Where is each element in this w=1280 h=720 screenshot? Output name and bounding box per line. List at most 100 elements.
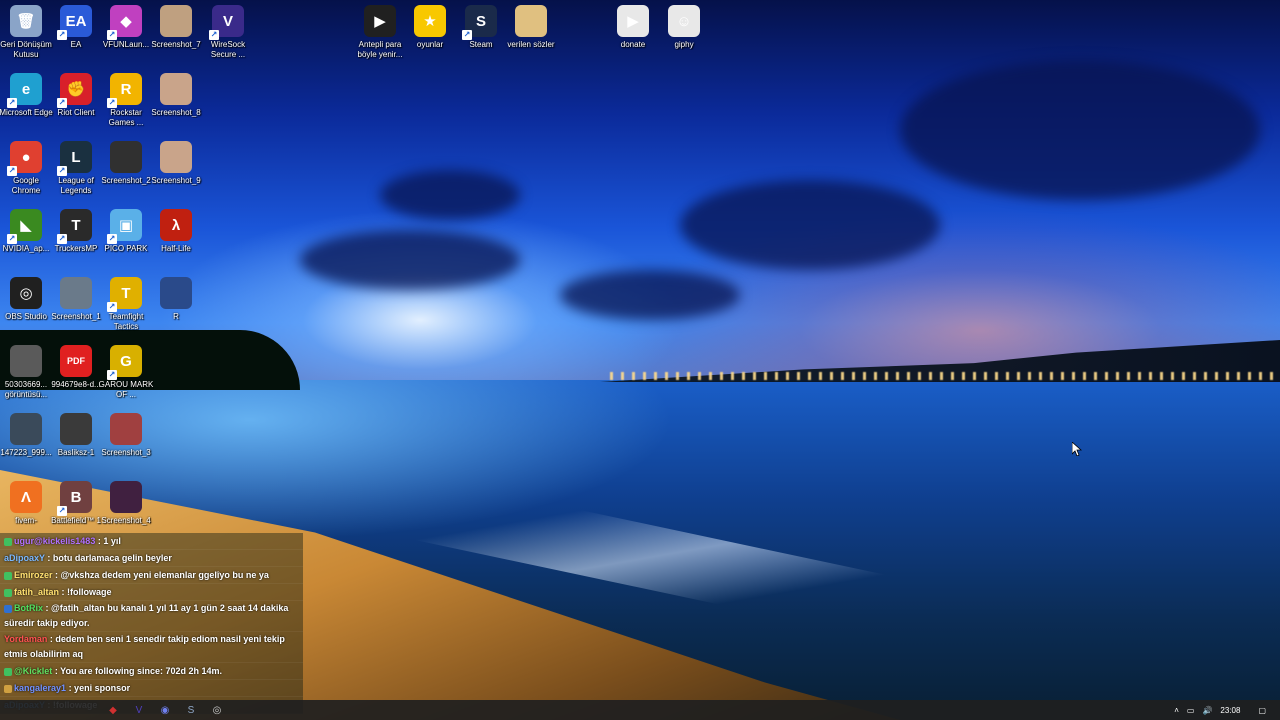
mouse-cursor-icon: [1072, 442, 1082, 456]
half-life-icon: λ: [160, 209, 192, 241]
desktop-icon-label: NVIDIA_ap...: [2, 244, 50, 253]
wallpaper-cloud: [560, 270, 740, 320]
chat-text: : @fatih_altan bu kanalı 1 yıl 11 ay 1 g…: [4, 603, 289, 628]
shortcut-arrow-icon: ↗: [462, 30, 472, 40]
shortcut-arrow-icon: ↗: [209, 30, 219, 40]
shortcut-arrow-icon: ↗: [57, 234, 67, 244]
desktop-icon-label: Screenshot_2: [101, 176, 151, 185]
desktop-icon[interactable]: L ↗ League of Legends: [50, 141, 102, 207]
volume-icon[interactable]: 🔊: [1202, 706, 1212, 715]
desktop-icon-label: Steam: [469, 40, 493, 49]
recycle-bin-icon: 🗑: [10, 5, 42, 37]
desktop-icon[interactable]: T ↗ Teamfight Tactics: [100, 277, 152, 343]
chat-message: fatih_altan : !followage: [0, 584, 303, 601]
discord-icon[interactable]: ◉: [152, 700, 178, 720]
desktop-icon[interactable]: ◆ ↗ VFUNLaun...: [100, 5, 152, 71]
desktop-icon-label: Riot Client: [57, 108, 95, 117]
desktop-icon[interactable]: S ↗ Steam: [455, 5, 507, 71]
desktop-icon[interactable]: λ Half-Life: [150, 209, 202, 275]
desktop-icon[interactable]: 🗑 Geri Dönüşüm Kutusu: [0, 5, 52, 71]
desktop-icon-label: Teamfight Tactics: [108, 312, 144, 331]
desktop-icon[interactable]: Screenshot_8: [150, 73, 202, 139]
desktop-icon-label: Screenshot_9: [151, 176, 201, 185]
chat-message: Emirozer : @vkshza dedem yeni elemanlar …: [0, 567, 303, 584]
taskbar: ◆ V ◉ S ◎ ˄ ▭ 🔊 23:08 ▢: [0, 700, 1280, 720]
desktop-icon[interactable]: G ↗ GAROU MARK OF ...: [99, 345, 153, 411]
gif-file-icon: ☺: [668, 5, 700, 37]
shortcut-arrow-icon: ↗: [107, 30, 117, 40]
desktop-icon[interactable]: 147223_999...: [0, 413, 52, 479]
chat-text: : dedem ben seni 1 senedir takip ediom n…: [4, 634, 285, 659]
screenshot-thumbnail-icon: [60, 277, 92, 309]
desktop-icon[interactable]: ✊ ↗ Riot Client: [50, 73, 102, 139]
desktop-icon[interactable]: ▶ Antepli para böyle yenir...: [354, 5, 406, 71]
folder-icon: [515, 5, 547, 37]
desktop-icon-label: Microsoft Edge: [0, 108, 53, 117]
chat-username[interactable]: kangaleray1: [14, 683, 66, 693]
fivem-icon: Λ: [10, 481, 42, 513]
desktop-icon[interactable]: ▶ donate: [607, 5, 659, 71]
desktop-icon[interactable]: PDF 994679e8-d...: [50, 345, 102, 411]
wallpaper-cloud: [380, 170, 520, 220]
battlefield-icon: B ↗: [57, 481, 92, 516]
shortcut-arrow-icon: ↗: [7, 166, 17, 176]
notification-icon[interactable]: ▢: [1258, 706, 1266, 715]
obs-icon[interactable]: ◎: [204, 700, 230, 720]
desktop-icon-label: R: [173, 312, 179, 321]
video-file-icon: ▶: [364, 5, 396, 37]
desktop-icon-label: giphy: [674, 40, 694, 49]
chat-badge-icon: [4, 684, 12, 693]
desktop-icon[interactable]: Screenshot_2: [100, 141, 152, 207]
pdf-icon: PDF: [60, 345, 92, 377]
desktop-icon[interactable]: Basliksz-1: [50, 413, 102, 479]
desktop-icon[interactable]: ◎ OBS Studio: [0, 277, 52, 343]
desktop-icon[interactable]: R ↗ Rockstar Games ...: [100, 73, 152, 139]
chat-username[interactable]: Yordaman: [4, 634, 47, 644]
desktop-icon[interactable]: V ↗ WireSock Secure ...: [202, 5, 254, 71]
desktop-icon-label: fivem-: [15, 516, 37, 525]
desktop-icon[interactable]: e ↗ Microsoft Edge: [0, 73, 53, 139]
garou-icon: G ↗: [107, 345, 142, 380]
taskbar-apps: ◆ V ◉ S ◎: [100, 700, 230, 720]
desktop-icon[interactable]: ● ↗ Google Chrome: [0, 141, 52, 207]
desktop-icon[interactable]: 50303669... görüntüsü...: [0, 345, 52, 411]
clock[interactable]: 23:08: [1220, 706, 1240, 715]
vpn-icon[interactable]: V: [126, 700, 152, 720]
riot-client-icon: ✊ ↗: [57, 73, 92, 108]
desktop-icon-label: oyunlar: [416, 40, 444, 49]
pico-park-icon: ▣ ↗: [107, 209, 142, 244]
chat-username[interactable]: aDipoaxY: [4, 553, 45, 563]
chat-username[interactable]: @Kicklet: [14, 666, 52, 676]
desktop-icon-label: WireSock Secure ...: [210, 40, 246, 59]
chat-username[interactable]: fatih_altan: [14, 587, 59, 597]
chevron-up-icon[interactable]: ˄: [1174, 706, 1179, 715]
desktop-icon[interactable]: verilen sözler: [505, 5, 557, 71]
desktop-icon[interactable]: Screenshot_1: [50, 277, 102, 343]
chat-username[interactable]: Emirozer: [14, 570, 53, 580]
desktop-icon[interactable]: Screenshot_9: [150, 141, 202, 207]
chat-username[interactable]: ugur@kickelis1483: [14, 536, 95, 546]
chat-message: ugur@kickelis1483 : 1 yıl: [0, 533, 303, 550]
desktop-icon[interactable]: Screenshot_3: [100, 413, 152, 479]
screenshot-thumbnail-icon: [110, 481, 142, 513]
red-app-icon[interactable]: ◆: [100, 700, 126, 720]
desktop-icon-label: Battlefield™ 1: [51, 516, 101, 525]
desktop-icon-label: PICO PARK: [104, 244, 148, 253]
shortcut-arrow-icon: ↗: [57, 98, 67, 108]
desktop-icon-label: 50303669... görüntüsü...: [4, 380, 48, 399]
desktop-icon[interactable]: Screenshot_7: [150, 5, 202, 71]
steam-icon[interactable]: S: [178, 700, 204, 720]
chat-username[interactable]: BotRix: [14, 603, 43, 613]
desktop-icon[interactable]: R: [150, 277, 202, 343]
chat-badge-icon: [4, 537, 12, 546]
desktop-icon[interactable]: ★ oyunlar: [404, 5, 456, 71]
desktop-icon[interactable]: EA ↗ EA: [50, 5, 102, 71]
chat-text: : !followage: [61, 587, 112, 597]
network-icon[interactable]: ▭: [1187, 706, 1195, 715]
screenshot-thumbnail-icon: [160, 73, 192, 105]
desktop-icon[interactable]: T ↗ TruckersMP: [50, 209, 102, 275]
chat-message: aDipoaxY : botu darlamaca gelin beyler: [0, 550, 303, 567]
desktop-icon[interactable]: ▣ ↗ PICO PARK: [100, 209, 152, 275]
desktop-icon[interactable]: ◣ ↗ NVIDIA_ap...: [0, 209, 52, 275]
desktop-icon[interactable]: ☺ giphy: [658, 5, 710, 71]
